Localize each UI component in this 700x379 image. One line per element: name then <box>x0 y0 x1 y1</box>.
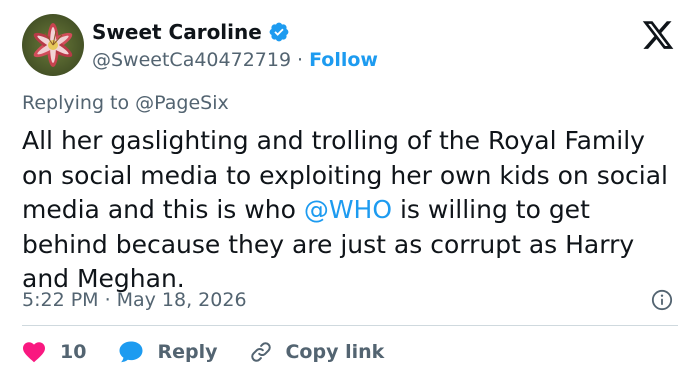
timestamp-separator: · <box>104 289 111 311</box>
avatar[interactable] <box>22 14 84 76</box>
tweet-mention-link[interactable]: @WHO <box>304 195 392 224</box>
tweet-card: Sweet Caroline @SweetCa40472719 · Follow… <box>0 0 700 379</box>
verified-badge-icon <box>268 21 290 43</box>
link-icon <box>251 342 272 362</box>
like-count: 10 <box>60 341 87 363</box>
follow-button[interactable]: Follow <box>309 49 378 71</box>
divider <box>22 325 678 326</box>
tweet-text: All her gaslighting and trolling of the … <box>22 124 682 297</box>
replying-to-prefix: Replying to <box>22 92 130 114</box>
handle-separator: · <box>297 49 304 71</box>
speech-bubble-icon <box>119 341 143 363</box>
replying-to-mention[interactable]: @PageSix <box>135 92 229 114</box>
heart-icon <box>23 342 45 363</box>
info-icon[interactable] <box>651 289 673 311</box>
replying-to: Replying to @PageSix <box>22 92 229 114</box>
reply-label: Reply <box>157 341 218 363</box>
tweet-timestamp[interactable]: 5:22 PM · May 18, 2026 <box>22 288 247 312</box>
author-display-name[interactable]: Sweet Caroline <box>92 20 262 44</box>
copy-link-button[interactable]: Copy link <box>249 340 384 364</box>
x-logo-icon[interactable] <box>640 18 676 52</box>
like-button[interactable]: 10 <box>22 341 86 363</box>
tweet-time[interactable]: 5:22 PM <box>22 289 99 311</box>
reply-button[interactable]: Reply <box>118 340 217 364</box>
author-name-row: Sweet Caroline <box>92 19 290 45</box>
author-handle[interactable]: @SweetCa40472719 <box>92 49 291 71</box>
tweet-date[interactable]: May 18, 2026 <box>117 289 247 311</box>
lily-flower-photo <box>22 14 84 76</box>
copy-link-label: Copy link <box>285 341 385 363</box>
author-handle-row: @SweetCa40472719 · Follow <box>92 47 378 73</box>
action-bar: 10 Reply Copy link <box>22 337 384 367</box>
